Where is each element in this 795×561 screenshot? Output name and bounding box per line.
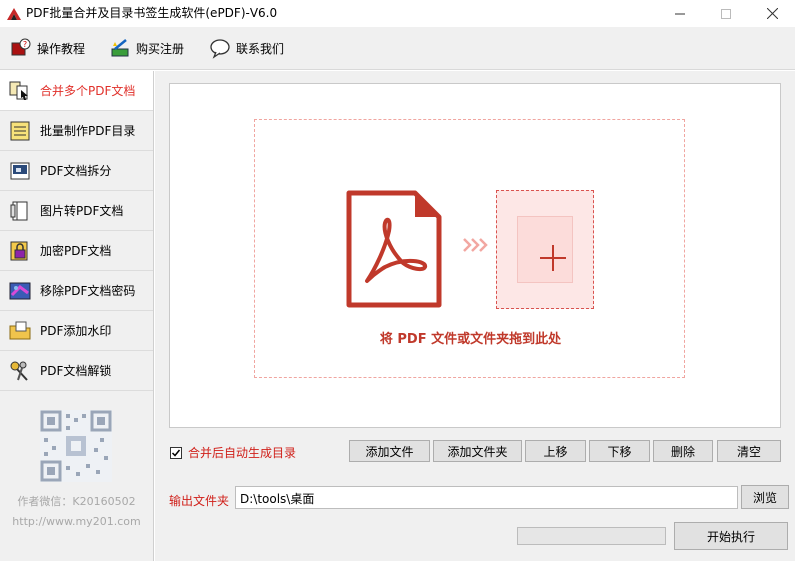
plus-icon <box>540 245 566 271</box>
sidebar-item-label: PDF添加水印 <box>40 324 112 338</box>
toolbar-register-label: 购买注册 <box>136 41 185 56</box>
folder-toc-icon <box>10 121 30 140</box>
clear-button[interactable]: 清空 <box>717 440 781 462</box>
toolbar-tutorial-label: 操作教程 <box>37 41 86 56</box>
help-book-icon: ? <box>11 38 31 56</box>
toolbar-contact-button[interactable]: 联系我们 <box>209 36 284 60</box>
minimize-button[interactable] <box>657 0 703 27</box>
browse-button[interactable]: 浏览 <box>741 485 789 509</box>
action-row: 合并后自动生成目录 添加文件 添加文件夹 上移 下移 删除 清空 <box>169 440 795 462</box>
maximize-icon <box>721 8 731 19</box>
sidebar-item-label: 图片转PDF文档 <box>40 204 124 218</box>
sidebar-item-encrypt[interactable]: 加密PDF文档 <box>0 231 153 271</box>
auto-toc-checkbox[interactable] <box>170 446 182 459</box>
main-area: 将 PDF 文件或文件夹拖到此处 合并后自动生成目录 添加文件 添加文件夹 上移… <box>155 71 795 561</box>
add-folder-button[interactable]: 添加文件夹 <box>433 440 522 462</box>
window-title: PDF批量合并及目录书签生成软件(ePDF)-V6.0 <box>26 6 278 20</box>
sidebar: 合并多个PDF文档 批量制作PDF目录 PDF文档拆分 图片转PDF文档 加密P… <box>0 71 154 561</box>
progress-bar <box>517 527 666 545</box>
sidebar-item-label: 加密PDF文档 <box>40 244 112 258</box>
toolbar-contact-label: 联系我们 <box>236 41 285 56</box>
speech-bubble-icon <box>210 39 230 59</box>
sidebar-item-label: PDF文档解锁 <box>40 364 112 378</box>
sidebar-item-merge[interactable]: 合并多个PDF文档 <box>0 71 153 111</box>
sidebar-item-image-to-pdf[interactable]: 图片转PDF文档 <box>0 191 153 231</box>
auto-toc-label: 合并后自动生成目录 <box>188 446 297 460</box>
split-document-icon <box>10 162 30 179</box>
sidebar-item-label: 合并多个PDF文档 <box>40 84 136 98</box>
maximize-button[interactable] <box>703 0 749 27</box>
minimize-icon <box>675 13 685 14</box>
remove-password-icon <box>9 282 31 299</box>
sidebar-item-watermark[interactable]: PDF添加水印 <box>0 311 153 351</box>
sidebar-item-label: PDF文档拆分 <box>40 164 112 178</box>
toolbar: ? 操作教程 购买注册 联系我们 <box>0 27 795 70</box>
output-folder-label: 输出文件夹 <box>169 494 230 508</box>
file-list-panel[interactable]: 将 PDF 文件或文件夹拖到此处 <box>169 83 781 428</box>
close-icon <box>766 8 778 19</box>
sidebar-item-toc[interactable]: 批量制作PDF目录 <box>0 111 153 151</box>
app-logo-icon <box>7 8 21 20</box>
merge-documents-icon <box>9 81 28 100</box>
add-file-button[interactable]: 添加文件 <box>349 440 430 462</box>
unlock-keys-icon <box>10 361 28 381</box>
start-button[interactable]: 开始执行 <box>674 522 788 550</box>
drop-zone[interactable]: 将 PDF 文件或文件夹拖到此处 <box>254 119 685 378</box>
svg-text:?: ? <box>23 40 27 49</box>
qr-code-icon <box>40 410 112 482</box>
sidebar-item-unlock[interactable]: PDF文档解锁 <box>0 351 153 391</box>
checkmark-icon <box>171 449 181 457</box>
toolbar-tutorial-button[interactable]: ? 操作教程 <box>10 36 85 60</box>
toolbar-register-button[interactable]: 购买注册 <box>109 36 184 60</box>
move-down-button[interactable]: 下移 <box>589 440 650 462</box>
sidebar-item-split[interactable]: PDF文档拆分 <box>0 151 153 191</box>
author-wechat: 作者微信：K20160502 <box>17 495 136 508</box>
watermark-folder-icon <box>9 321 31 339</box>
sidebar-item-label: 批量制作PDF目录 <box>40 124 136 138</box>
move-up-button[interactable]: 上移 <box>525 440 586 462</box>
encrypt-icon <box>10 241 28 260</box>
add-file-inner <box>517 216 573 283</box>
pdf-file-icon <box>346 190 442 308</box>
register-pen-icon <box>111 39 129 57</box>
close-button[interactable] <box>749 0 795 27</box>
delete-button[interactable]: 删除 <box>653 440 713 462</box>
image-to-pdf-icon <box>10 201 28 220</box>
sidebar-item-remove-password[interactable]: 移除PDF文档密码 <box>0 271 153 311</box>
author-url[interactable]: http://www.my201.com <box>0 515 153 528</box>
add-file-target[interactable] <box>496 190 594 309</box>
output-folder-input[interactable]: D:\tools\桌面 <box>235 486 738 509</box>
auto-toc-option[interactable]: 合并后自动生成目录 <box>170 444 296 461</box>
title-bar: PDF批量合并及目录书签生成软件(ePDF)-V6.0 <box>0 0 795 27</box>
arrows-icon <box>463 238 488 252</box>
sidebar-item-label: 移除PDF文档密码 <box>40 284 136 298</box>
drop-hint-text: 将 PDF 文件或文件夹拖到此处 <box>379 332 562 347</box>
